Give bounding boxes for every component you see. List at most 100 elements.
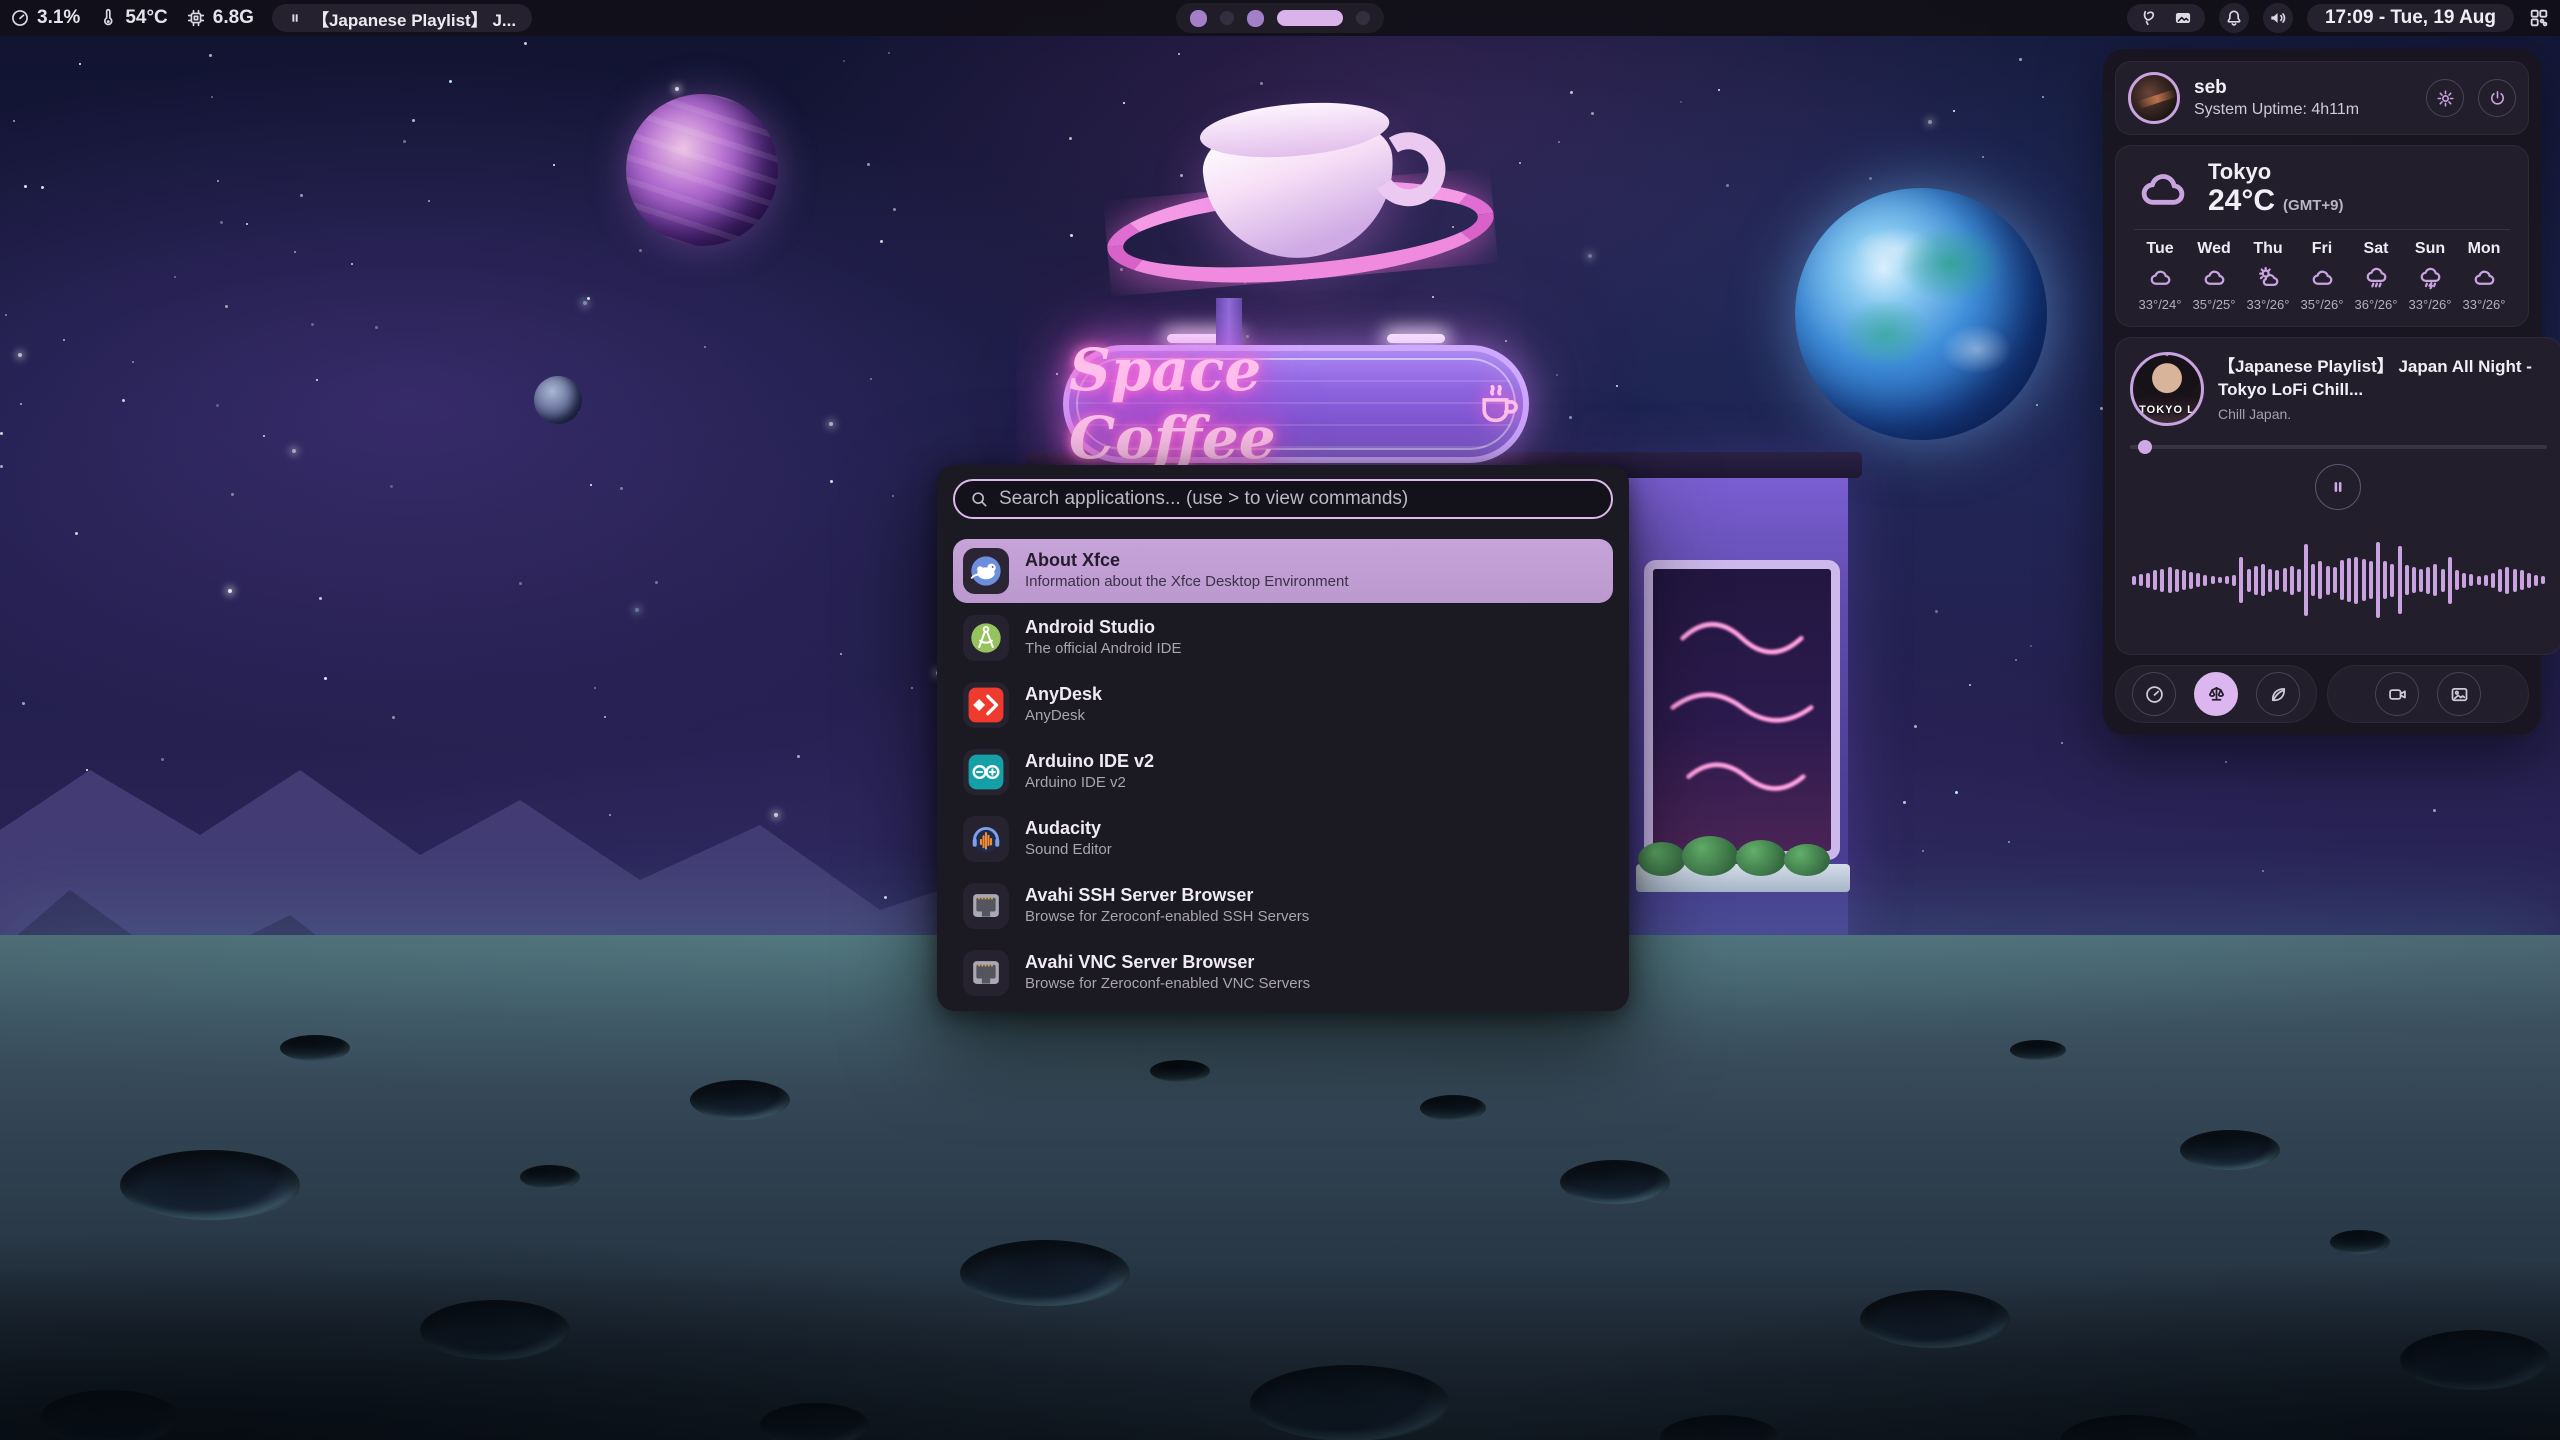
utility-tray-icon[interactable]	[2139, 8, 2159, 28]
notifications-button[interactable]	[2219, 3, 2249, 33]
crater	[1860, 1290, 2010, 1348]
app-description: Browse for Zeroconf-enabled SSH Servers	[1025, 909, 1309, 926]
speedometer-quick-button[interactable]	[2132, 672, 2176, 716]
app-item-anydesk[interactable]: AnyDesk AnyDesk	[953, 673, 1613, 737]
forecast-day-label: Sun	[2415, 240, 2445, 258]
viz-bar	[2505, 567, 2509, 594]
crater	[2180, 1130, 2280, 1170]
forecast-temps: 35°/25°	[2193, 297, 2236, 312]
plant	[1736, 840, 1786, 876]
viz-bar	[2433, 564, 2437, 596]
app-item-avahi-ssh-server-browser[interactable]: Avahi SSH Server Browser Browse for Zero…	[953, 874, 1613, 938]
app-item-arduino-ide-v2[interactable]: Arduino IDE v2 Arduino IDE v2	[953, 740, 1613, 804]
app-name: Avahi VNC Server Browser	[1025, 953, 1310, 973]
leaf-quick-button[interactable]	[2256, 672, 2300, 716]
forecast-day-sat: Sat 36°/26°	[2350, 240, 2402, 312]
viz-bar	[2527, 573, 2531, 588]
viz-bar	[2311, 564, 2315, 596]
viz-bar	[2369, 561, 2373, 599]
audacity-app-icon	[963, 816, 1009, 862]
viz-bar	[2326, 566, 2330, 595]
app-description: Information about the Xfce Desktop Envir…	[1025, 574, 1349, 591]
crater	[1660, 1415, 1780, 1440]
app-item-android-studio[interactable]: Android Studio The official Android IDE	[953, 606, 1613, 670]
workspace-dot-2[interactable]	[1220, 11, 1234, 25]
viz-bar	[2275, 570, 2279, 590]
viz-bar	[2419, 569, 2423, 592]
forecast-temps: 36°/26°	[2355, 297, 2398, 312]
weather-forecast: Tue 33°/24°Wed 35°/25°Thu 33°/26°Fri 35°…	[2134, 240, 2510, 312]
weather-card: Tokyo 24°C (GMT+9) Tue 33°/24°Wed 35°/25…	[2115, 145, 2529, 327]
top-bar: 3.1% 54°C 6.8G 【Japanese Playlist】 J... …	[0, 0, 2560, 36]
workspace-dot-1[interactable]	[1190, 10, 1207, 27]
viz-bar	[2232, 575, 2236, 586]
stat-value: 54°C	[125, 7, 167, 29]
clock[interactable]: 17:09 - Tue, 19 Aug	[2307, 4, 2514, 32]
album-art-text: TOKYO L	[2133, 404, 2201, 416]
power-button[interactable]	[2478, 79, 2516, 117]
scales-quick-button[interactable]	[2194, 672, 2238, 716]
app-launcher: About Xfce Information about the Xfce De…	[937, 465, 1629, 1011]
neon-sign-text: Space Coffee	[1069, 336, 1464, 472]
crater	[420, 1300, 570, 1360]
progress-knob[interactable]	[2138, 440, 2152, 454]
viz-bar	[2132, 576, 2136, 585]
storm-weather-icon	[2417, 264, 2444, 291]
crater	[1250, 1365, 1450, 1440]
rain-weather-icon	[2363, 264, 2390, 291]
media-progress-bar[interactable]	[2130, 440, 2547, 454]
avahi-app-icon	[963, 950, 1009, 996]
settings-button[interactable]	[2426, 79, 2464, 117]
viz-bar	[2139, 574, 2143, 586]
speedometer-stat[interactable]: 3.1%	[10, 7, 80, 29]
app-item-about-xfce[interactable]: About Xfce Information about the Xfce De…	[953, 539, 1613, 603]
viz-bar	[2239, 557, 2243, 603]
workspace-dot-5[interactable]	[1356, 11, 1370, 25]
search-input[interactable]	[999, 488, 1597, 510]
viz-bar	[2318, 561, 2322, 599]
viz-bar	[2218, 577, 2222, 583]
screenshot-tray-icon[interactable]	[2173, 8, 2193, 28]
crater	[520, 1165, 580, 1189]
app-item-avahi-vnc-server-browser[interactable]: Avahi VNC Server Browser Browse for Zero…	[953, 941, 1613, 1005]
forecast-day-wed: Wed 35°/25°	[2188, 240, 2240, 312]
quick-actions-right	[2327, 665, 2529, 723]
floating-space-cup	[1119, 74, 1478, 333]
weather-timezone: (GMT+9)	[2283, 197, 2343, 214]
user-avatar[interactable]	[2128, 72, 2180, 124]
app-item-audacity[interactable]: Audacity Sound Editor	[953, 807, 1613, 871]
pause-icon	[288, 11, 302, 25]
workspace-dot-4-active[interactable]	[1277, 10, 1343, 26]
viz-bar	[2254, 566, 2258, 595]
viz-bar	[2347, 558, 2351, 602]
viz-bar	[2354, 557, 2358, 604]
chip-stat[interactable]: 6.8G	[186, 7, 254, 29]
pause-button[interactable]	[2315, 464, 2361, 510]
widgets-panel: seb System Uptime: 4h11m Tokyo 24°C (GMT…	[2103, 49, 2541, 735]
user-card: seb System Uptime: 4h11m	[2115, 61, 2529, 135]
camera-quick-button[interactable]	[2375, 672, 2419, 716]
cloud-weather-icon	[2147, 264, 2174, 291]
volume-button[interactable]	[2263, 3, 2293, 33]
thermometer-stat[interactable]: 54°C	[98, 7, 167, 29]
forecast-temps: 33°/24°	[2139, 297, 2182, 312]
plant	[1638, 842, 1686, 876]
system-stats: 3.1% 54°C 6.8G	[10, 7, 254, 29]
workspace-dot-3[interactable]	[1247, 10, 1264, 27]
coffee-cup-icon	[1474, 378, 1523, 430]
viz-bar	[2182, 570, 2186, 590]
viz-bar	[2333, 567, 2337, 593]
forecast-day-thu: Thu 33°/26°	[2242, 240, 2294, 312]
now-playing-pill[interactable]: 【Japanese Playlist】 J...	[272, 4, 532, 32]
apps-grid-icon[interactable]	[2528, 7, 2550, 29]
wallpaper-quick-button[interactable]	[2437, 672, 2481, 716]
weather-temp: 24°C	[2208, 184, 2275, 219]
app-name: Arduino IDE v2	[1025, 752, 1154, 772]
viz-bar	[2441, 569, 2445, 592]
viz-bar	[2225, 576, 2229, 584]
viz-bar	[2513, 569, 2517, 592]
system-uptime: System Uptime: 4h11m	[2194, 101, 2412, 119]
viz-bar	[2203, 575, 2207, 586]
app-name: Audacity	[1025, 819, 1112, 839]
crater	[2330, 1230, 2390, 1254]
